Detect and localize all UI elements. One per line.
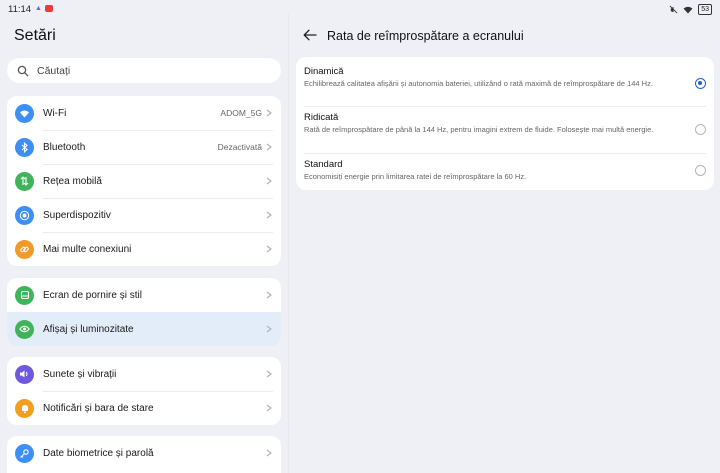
bluetooth-icon xyxy=(15,137,34,157)
settings-item-display-brightness[interactable]: Afișaj și luminozitate xyxy=(7,312,281,346)
settings-item-notifications[interactable]: Notificări și bara de stare xyxy=(7,391,281,425)
mobile-network-icon xyxy=(15,171,34,191)
settings-item-sounds[interactable]: Sunete și vibrații xyxy=(7,357,281,391)
settings-item-label: Mai multe conexiuni xyxy=(43,243,132,255)
settings-item-label: Superdispozitiv xyxy=(43,209,111,221)
chevron-right-icon xyxy=(266,143,272,151)
bell-icon xyxy=(15,398,34,418)
back-arrow-icon[interactable] xyxy=(303,29,317,41)
chevron-right-icon xyxy=(266,177,272,185)
chevron-right-icon xyxy=(266,291,272,299)
settings-item-biometrics[interactable]: Date biometrice și parolă xyxy=(7,436,281,470)
option-standard[interactable]: Standard Economisiți energie prin limita… xyxy=(304,159,706,182)
settings-item-label: Ecran de pornire și stil xyxy=(43,289,142,301)
panel-divider xyxy=(288,14,289,473)
message-notification-icon xyxy=(45,5,53,12)
security-group: Date biometrice și parolă xyxy=(7,436,281,473)
battery-icon: 53 xyxy=(698,4,712,15)
link-icon xyxy=(15,239,34,259)
settings-item-label: Rețea mobilă xyxy=(43,175,102,187)
option-high[interactable]: Ridicată Rată de reîmprospătare de până … xyxy=(304,112,706,135)
status-bar: 11:14 ▲ 53 xyxy=(0,0,720,20)
chevron-right-icon xyxy=(266,109,272,117)
option-title: Standard xyxy=(304,159,343,170)
option-title: Dinamică xyxy=(304,66,344,77)
chevron-right-icon xyxy=(266,245,272,253)
chevron-right-icon xyxy=(266,449,272,457)
option-description: Economisiți energie prin limitarea ratei… xyxy=(304,172,527,181)
settings-item-label: Sunete și vibrații xyxy=(43,368,117,380)
refresh-rate-options: Dinamică Echilibrează calitatea afișării… xyxy=(296,57,714,190)
chevron-right-icon xyxy=(266,404,272,412)
search-bar[interactable] xyxy=(7,58,281,83)
sound-notification-group: Sunete și vibrații Notificări și bara de… xyxy=(7,357,281,425)
option-dynamic[interactable]: Dinamică Echilibrează calitatea afișării… xyxy=(304,66,706,89)
settings-item-mobile-network[interactable]: Rețea mobilă xyxy=(7,164,281,198)
radio-dynamic[interactable] xyxy=(695,78,706,89)
settings-title: Setări xyxy=(14,27,56,44)
settings-item-wifi[interactable]: Wi-Fi ADOM_5G xyxy=(7,96,281,130)
settings-item-superdevice[interactable]: Superdispozitiv xyxy=(7,198,281,232)
search-icon xyxy=(17,65,29,76)
radio-high[interactable] xyxy=(695,124,706,135)
settings-item-label: Wi-Fi xyxy=(43,107,67,119)
chevron-right-icon xyxy=(266,325,272,333)
divider xyxy=(304,153,706,154)
home-screen-icon xyxy=(15,285,34,305)
option-description: Echilibrează calitatea afișării și auton… xyxy=(304,79,653,88)
wifi-status-icon xyxy=(683,6,693,13)
option-title: Ridicată xyxy=(304,112,339,123)
divider xyxy=(304,106,706,107)
settings-item-value: Dezactivată xyxy=(217,142,262,152)
settings-item-label: Afișaj și luminozitate xyxy=(43,323,134,335)
eye-icon xyxy=(15,319,34,339)
settings-item-home-screen[interactable]: Ecran de pornire și stil xyxy=(7,278,281,312)
chevron-right-icon xyxy=(266,211,272,219)
connections-group: Wi-Fi ADOM_5G Bluetooth Dezactivată Rețe… xyxy=(7,96,281,266)
search-input[interactable] xyxy=(35,63,279,78)
app-notification-icon: ▲ xyxy=(35,5,42,12)
chevron-right-icon xyxy=(266,370,272,378)
settings-item-value: ADOM_5G xyxy=(220,108,262,118)
settings-item-label: Notificări și bara de stare xyxy=(43,402,154,414)
settings-item-bluetooth[interactable]: Bluetooth Dezactivată xyxy=(7,130,281,164)
speaker-icon xyxy=(15,364,34,384)
settings-item-label: Bluetooth xyxy=(43,141,86,153)
option-description: Rată de reîmprospătare de până la 144 Hz… xyxy=(304,125,654,134)
status-time: 11:14 xyxy=(8,4,32,15)
settings-item-more-connections[interactable]: Mai multe conexiuni xyxy=(7,232,281,266)
page-title: Rata de reîmprospătare a ecranului xyxy=(327,29,524,43)
radio-standard[interactable] xyxy=(695,165,706,176)
mute-icon xyxy=(669,5,678,14)
settings-item-label: Date biometrice și parolă xyxy=(43,447,154,459)
wifi-icon xyxy=(15,103,34,123)
display-group: Ecran de pornire și stil Afișaj și lumin… xyxy=(7,278,281,346)
superdevice-icon xyxy=(15,205,34,225)
key-icon xyxy=(15,443,34,463)
